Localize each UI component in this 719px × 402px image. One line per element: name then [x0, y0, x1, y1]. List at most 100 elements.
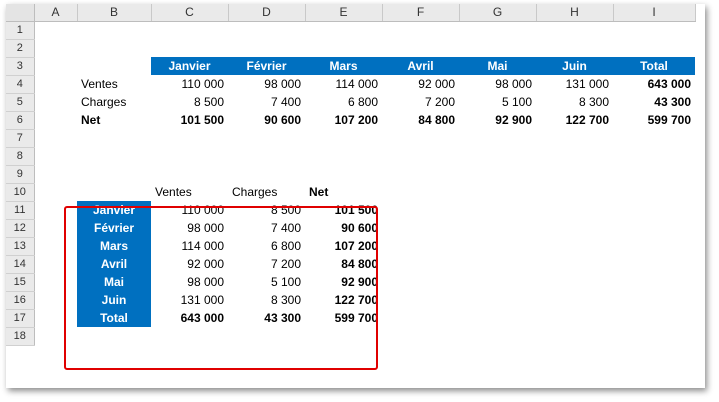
cell[interactable] [151, 21, 228, 39]
cell[interactable] [382, 201, 459, 219]
table2-net-cell[interactable]: 599 700 [305, 309, 382, 327]
table2-row-label[interactable]: Juin [77, 291, 151, 309]
table2-net-cell[interactable]: 92 900 [305, 273, 382, 291]
cell[interactable] [536, 183, 613, 201]
row-header[interactable]: 1 [6, 21, 35, 40]
cell[interactable] [77, 129, 151, 147]
cell[interactable] [459, 21, 536, 39]
cell[interactable] [151, 147, 228, 165]
table2-row-label[interactable]: Février [77, 219, 151, 237]
table1-cell[interactable]: 90 600 [228, 111, 305, 129]
cell[interactable] [613, 201, 695, 219]
cell[interactable] [459, 327, 536, 345]
cell[interactable] [34, 165, 77, 183]
table1-row-label[interactable]: Net [77, 111, 151, 129]
cell[interactable] [34, 291, 77, 309]
row-header[interactable]: 17 [6, 309, 35, 328]
table1-header-mars[interactable]: Mars [305, 57, 382, 75]
table1-header-avril[interactable]: Avril [382, 57, 459, 75]
column-header-d[interactable]: D [228, 4, 306, 22]
cell[interactable] [536, 129, 613, 147]
cell[interactable] [613, 21, 695, 39]
table1-total-cell[interactable]: 43 300 [613, 93, 695, 111]
cell[interactable] [536, 219, 613, 237]
column-header-g[interactable]: G [459, 4, 537, 22]
row-header[interactable]: 4 [6, 75, 35, 94]
cell[interactable] [77, 21, 151, 39]
cell[interactable] [459, 309, 536, 327]
cell[interactable] [459, 129, 536, 147]
cell[interactable] [459, 165, 536, 183]
table2-cell[interactable]: 43 300 [228, 309, 305, 327]
table2-row-label[interactable]: Avril [77, 255, 151, 273]
table2-net-cell[interactable]: 84 800 [305, 255, 382, 273]
cell[interactable] [34, 57, 77, 75]
cell[interactable] [151, 129, 228, 147]
cell[interactable] [382, 219, 459, 237]
table2-row-label[interactable]: Mars [77, 237, 151, 255]
row-header[interactable]: 7 [6, 129, 35, 148]
cell[interactable] [613, 327, 695, 345]
cell[interactable] [305, 327, 382, 345]
cell[interactable] [34, 21, 77, 39]
cell[interactable] [34, 219, 77, 237]
table1-cell[interactable]: 122 700 [536, 111, 613, 129]
cell[interactable] [459, 237, 536, 255]
cell[interactable] [77, 147, 151, 165]
table2-net-cell[interactable]: 101 500 [305, 201, 382, 219]
row-header[interactable]: 9 [6, 165, 35, 184]
row-header[interactable]: 6 [6, 111, 35, 130]
cell[interactable] [382, 183, 459, 201]
cell[interactable] [151, 327, 228, 345]
table2-cell[interactable]: 98 000 [151, 219, 228, 237]
table2-header-ventes[interactable]: Ventes [151, 183, 228, 201]
column-header-c[interactable]: C [151, 4, 229, 22]
cell[interactable] [228, 129, 305, 147]
cell[interactable] [613, 273, 695, 291]
cell[interactable] [536, 147, 613, 165]
row-header[interactable]: 2 [6, 39, 35, 58]
table2-row-label[interactable]: Janvier [77, 201, 151, 219]
cell[interactable] [382, 129, 459, 147]
table2-cell[interactable]: 7 200 [228, 255, 305, 273]
cell[interactable] [34, 111, 77, 129]
cell[interactable] [382, 291, 459, 309]
column-header-h[interactable]: H [536, 4, 614, 22]
cell[interactable] [613, 219, 695, 237]
cell[interactable] [34, 309, 77, 327]
cell[interactable] [459, 147, 536, 165]
table1-cell[interactable]: 84 800 [382, 111, 459, 129]
cell[interactable] [613, 309, 695, 327]
cell[interactable] [613, 183, 695, 201]
table1-cell[interactable]: 131 000 [536, 75, 613, 93]
table2-header-charges[interactable]: Charges [228, 183, 305, 201]
cell[interactable] [613, 291, 695, 309]
cell[interactable] [382, 21, 459, 39]
column-header-f[interactable]: F [382, 4, 460, 22]
row-header[interactable]: 11 [6, 201, 35, 220]
cell[interactable] [459, 255, 536, 273]
cell[interactable] [459, 291, 536, 309]
table1-cell[interactable]: 110 000 [151, 75, 228, 93]
row-header[interactable]: 12 [6, 219, 35, 238]
table1-cell[interactable]: 5 100 [459, 93, 536, 111]
table1-total-cell[interactable]: 599 700 [613, 111, 695, 129]
row-header[interactable]: 16 [6, 291, 35, 310]
cell[interactable] [305, 129, 382, 147]
cell[interactable] [228, 165, 305, 183]
table1-cell[interactable]: 92 900 [459, 111, 536, 129]
cell[interactable] [34, 201, 77, 219]
cell[interactable] [151, 39, 228, 57]
cell[interactable] [228, 147, 305, 165]
cell[interactable] [305, 165, 382, 183]
cell[interactable] [34, 129, 77, 147]
cell[interactable] [34, 183, 77, 201]
column-header-e[interactable]: E [305, 4, 383, 22]
cell[interactable] [459, 219, 536, 237]
table1-cell[interactable]: 101 500 [151, 111, 228, 129]
table2-cell[interactable]: 8 300 [228, 291, 305, 309]
table1-header-mai[interactable]: Mai [459, 57, 536, 75]
table2-net-cell[interactable]: 107 200 [305, 237, 382, 255]
cell[interactable] [382, 165, 459, 183]
cell[interactable] [536, 201, 613, 219]
